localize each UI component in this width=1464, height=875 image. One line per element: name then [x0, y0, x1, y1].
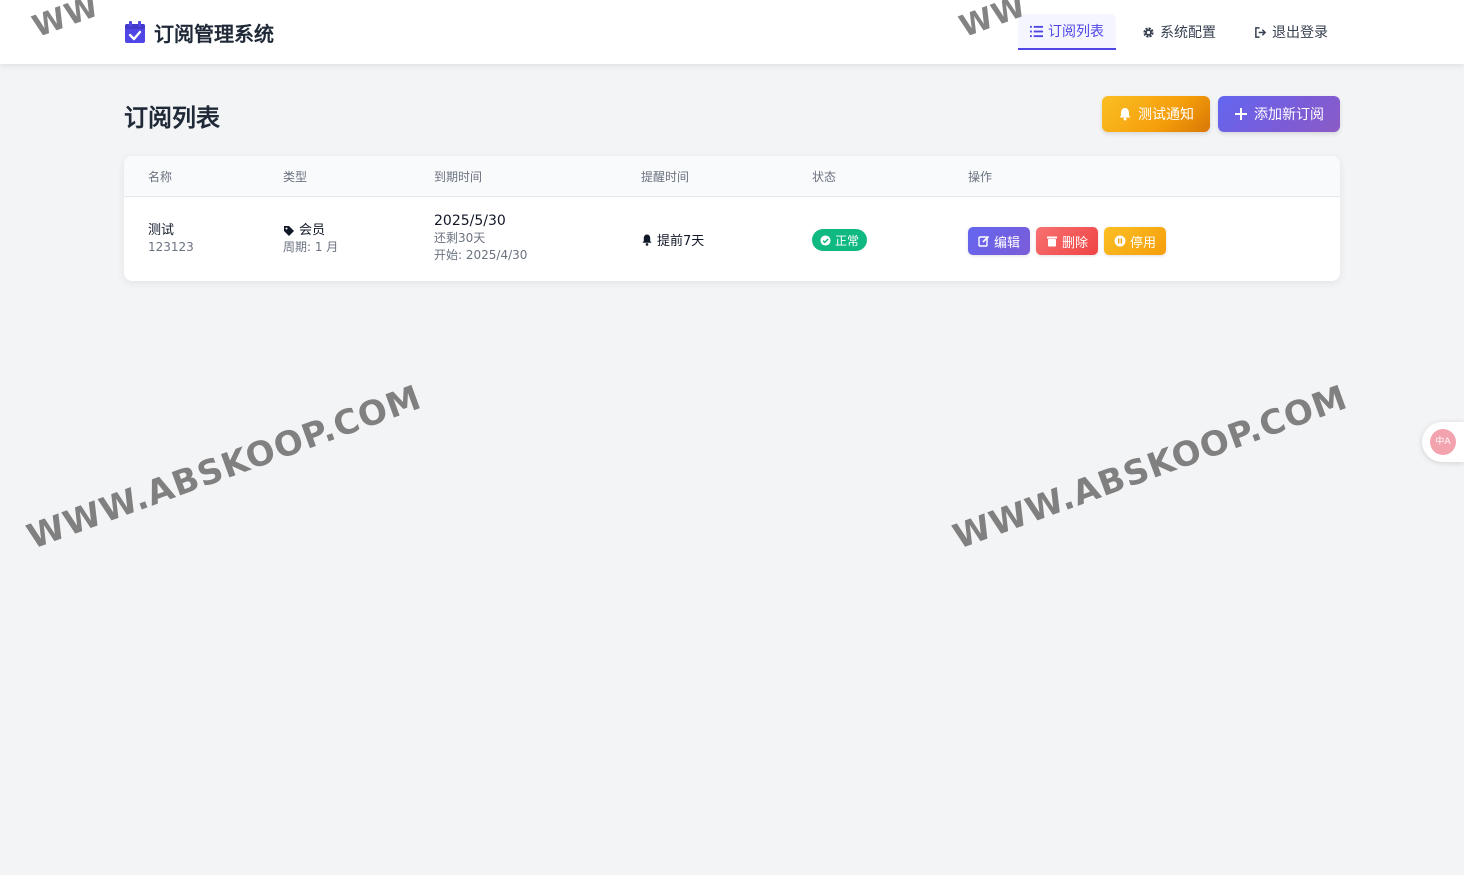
test-notify-button[interactable]: 测试通知 — [1102, 96, 1210, 132]
table-header: 名称 类型 到期时间 提醒时间 状态 操作 — [124, 156, 1340, 197]
edit-icon — [978, 235, 990, 247]
subscription-type: 会员 — [299, 223, 326, 238]
bell-icon — [1119, 108, 1131, 121]
nav-subscription-list[interactable]: 订阅列表 — [1018, 14, 1116, 50]
nav-label: 系统配置 — [1160, 25, 1216, 41]
header-status: 状态 — [812, 170, 837, 184]
edit-button[interactable]: 编辑 — [968, 227, 1031, 255]
expire-date: 2025/5/30 — [434, 213, 506, 229]
nav-label: 退出登录 — [1272, 25, 1328, 41]
header-type: 类型 — [283, 170, 308, 184]
remaining-days: 还剩30天 — [434, 231, 486, 245]
start-date: 开始: 2025/4/30 — [434, 248, 528, 262]
page-title: 订阅列表 — [124, 104, 220, 132]
app-title: 订阅管理系统 — [154, 21, 274, 46]
logout-icon — [1255, 26, 1267, 38]
cell-expire: 2025/5/30 还剩30天 开始: 2025/4/30 — [434, 213, 527, 264]
test-notify-label: 测试通知 — [1138, 107, 1194, 123]
bell-icon — [642, 234, 652, 246]
brand[interactable]: 订阅管理系统 — [124, 18, 274, 46]
subscription-name: 测试 — [148, 223, 175, 238]
tag-icon — [284, 225, 294, 236]
list-icon — [1030, 25, 1043, 37]
watermark: WWW.ABSKOOP.COM — [22, 377, 427, 558]
subscription-note: 123123 — [148, 240, 194, 254]
delete-button[interactable]: 删除 — [1036, 227, 1099, 255]
subscription-table: 名称 类型 到期时间 提醒时间 状态 操作 测试 123123 会员 周期: 1… — [124, 156, 1340, 281]
nav-logout[interactable]: 退出登录 — [1242, 14, 1340, 50]
trash-icon — [1047, 236, 1058, 247]
header-name: 名称 — [148, 170, 173, 184]
cell-ops: 编辑 删除 停用 — [968, 227, 1167, 255]
cell-remind: 提前7天 — [641, 230, 704, 249]
edit-label: 编辑 — [994, 235, 1021, 251]
remind-text: 提前7天 — [657, 234, 705, 249]
pause-circle-icon — [1114, 235, 1126, 247]
header-ops: 操作 — [968, 170, 993, 184]
disable-label: 停用 — [1130, 235, 1157, 251]
add-subscription-button[interactable]: 添加新订阅 — [1218, 96, 1340, 132]
page-actions: 测试通知 添加新订阅 — [1102, 96, 1340, 132]
nav-system-config[interactable]: 系统配置 — [1130, 14, 1228, 50]
header-expire: 到期时间 — [434, 170, 483, 184]
cell-name: 测试 123123 — [148, 222, 194, 256]
gear-icon — [1143, 26, 1154, 38]
delete-label: 删除 — [1062, 235, 1089, 251]
top-navbar: 订阅管理系统 订阅列表 系统配置 退出登录 — [0, 0, 1464, 64]
nav-label: 订阅列表 — [1048, 24, 1104, 40]
subscription-period: 周期: 1 月 — [283, 240, 339, 254]
header-remind: 提醒时间 — [641, 170, 690, 184]
translate-widget[interactable]: 中A — [1422, 422, 1464, 462]
plus-icon — [1235, 108, 1247, 120]
watermark: WWW.ABSKOOP.COM — [948, 377, 1353, 558]
table-row: 测试 123123 会员 周期: 1 月 2025/5/30 还剩30天 开始:… — [124, 197, 1340, 281]
cell-status: 正常 — [812, 229, 868, 251]
calendar-check-icon — [124, 20, 146, 44]
check-circle-icon — [820, 234, 831, 246]
disable-button[interactable]: 停用 — [1104, 227, 1167, 255]
status-badge: 正常 — [812, 229, 868, 251]
translate-icon: 中A — [1430, 429, 1456, 455]
main-nav: 订阅列表 系统配置 退出登录 — [1018, 14, 1340, 50]
add-subscription-label: 添加新订阅 — [1254, 107, 1324, 123]
cell-type: 会员 周期: 1 月 — [283, 222, 338, 256]
status-text: 正常 — [835, 233, 860, 248]
